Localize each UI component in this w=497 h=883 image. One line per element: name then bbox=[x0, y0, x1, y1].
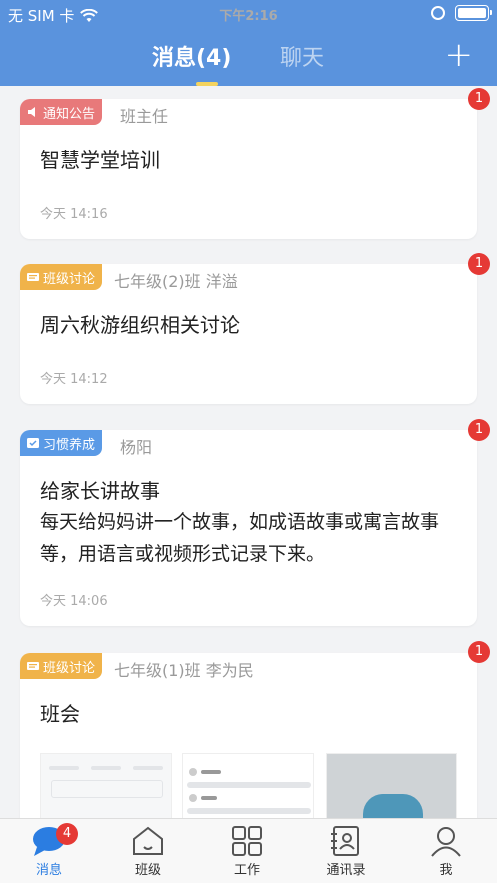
attachment-thumbnail[interactable] bbox=[326, 753, 457, 818]
message-list: 通知公告 班主任 智慧学堂培训 今天 14:16 1 班级讨论 七年级(2)班 … bbox=[0, 86, 497, 818]
unread-badge: 1 bbox=[468, 253, 490, 275]
message-card[interactable]: 班级讨论 七年级(1)班 李为民 班会 bbox=[20, 653, 477, 818]
sender-label: 班主任 bbox=[120, 107, 169, 126]
grid-icon bbox=[232, 826, 262, 856]
tabbar-item-work[interactable]: 工作 bbox=[212, 825, 282, 878]
add-button[interactable]: + bbox=[445, 38, 474, 72]
tag-label: 习惯养成 bbox=[43, 437, 96, 453]
tag-label: 班级讨论 bbox=[43, 271, 96, 287]
category-tag: 习惯养成 bbox=[20, 430, 103, 456]
contacts-book-icon bbox=[331, 826, 359, 856]
message-card[interactable]: 班级讨论 七年级(2)班 洋溢 周六秋游组织相关讨论 今天 14:12 bbox=[20, 264, 477, 404]
tab-chat[interactable]: 聊天 bbox=[280, 40, 324, 72]
top-tabs: 消息(4) 聊天 bbox=[0, 40, 497, 80]
bottom-tab-bar: 消息 4 班级 工作 通讯录 我 bbox=[0, 818, 497, 883]
sender-label: 七年级(1)班 李为民 bbox=[114, 661, 254, 680]
attachment-thumbnails bbox=[40, 753, 457, 818]
app-header: 无 SIM 卡 下午2:16 消息(4) 聊天 + bbox=[0, 0, 497, 86]
message-card[interactable]: 习惯养成 杨阳 给家长讲故事 每天给妈妈讲一个故事，如成语故事或寓言故事等，用语… bbox=[20, 430, 477, 626]
rotation-lock-icon bbox=[431, 6, 445, 20]
tabbar-label: 工作 bbox=[233, 863, 260, 878]
category-tag: 班级讨论 bbox=[20, 653, 103, 679]
message-card[interactable]: 通知公告 班主任 智慧学堂培训 今天 14:16 bbox=[20, 99, 477, 239]
discussion-icon bbox=[27, 662, 39, 670]
discussion-icon bbox=[27, 273, 39, 281]
tag-label: 通知公告 bbox=[43, 106, 96, 122]
tabbar-label: 我 bbox=[439, 863, 453, 878]
tabbar-item-messages[interactable]: 消息 4 bbox=[14, 823, 84, 878]
unread-badge: 1 bbox=[468, 88, 490, 110]
attachment-thumbnail[interactable] bbox=[40, 753, 172, 818]
message-time: 今天 14:06 bbox=[40, 594, 108, 609]
tabbar-label: 消息 bbox=[35, 863, 62, 878]
tabbar-badge: 4 bbox=[56, 823, 78, 845]
message-title: 周六秋游组织相关讨论 bbox=[40, 313, 240, 337]
status-time: 下午2:16 bbox=[219, 9, 278, 24]
person-icon bbox=[431, 827, 461, 857]
message-body: 每天给妈妈讲一个故事，如成语故事或寓言故事等，用语言或视频形式记录下来。 bbox=[40, 511, 440, 565]
unread-badge: 1 bbox=[468, 641, 490, 663]
message-title: 智慧学堂培训 bbox=[40, 148, 160, 172]
tabbar-label: 班级 bbox=[134, 863, 161, 878]
tabbar-item-me[interactable]: 我 bbox=[411, 825, 481, 878]
message-time: 今天 14:12 bbox=[40, 372, 108, 387]
calendar-check-icon bbox=[27, 438, 39, 448]
category-tag: 班级讨论 bbox=[20, 264, 103, 290]
unread-badge: 1 bbox=[468, 419, 490, 441]
tag-label: 班级讨论 bbox=[43, 660, 96, 676]
tabbar-label: 通讯录 bbox=[326, 863, 366, 878]
message-title: 班会 bbox=[40, 702, 80, 726]
message-time: 今天 14:16 bbox=[40, 207, 108, 222]
sender-label: 杨阳 bbox=[120, 438, 153, 457]
attachment-thumbnail[interactable] bbox=[182, 753, 314, 818]
sender-label: 七年级(2)班 洋溢 bbox=[114, 272, 238, 291]
message-title: 给家长讲故事 bbox=[40, 479, 160, 503]
tabbar-item-class[interactable]: 班级 bbox=[113, 825, 183, 878]
battery-icon bbox=[455, 5, 492, 21]
tab-messages[interactable]: 消息(4) bbox=[152, 40, 231, 72]
speaker-icon bbox=[28, 107, 35, 117]
category-tag: 通知公告 bbox=[20, 99, 103, 125]
tabbar-item-contacts[interactable]: 通讯录 bbox=[311, 825, 381, 878]
house-icon bbox=[133, 826, 163, 855]
status-bar: 无 SIM 卡 下午2:16 bbox=[0, 0, 497, 28]
